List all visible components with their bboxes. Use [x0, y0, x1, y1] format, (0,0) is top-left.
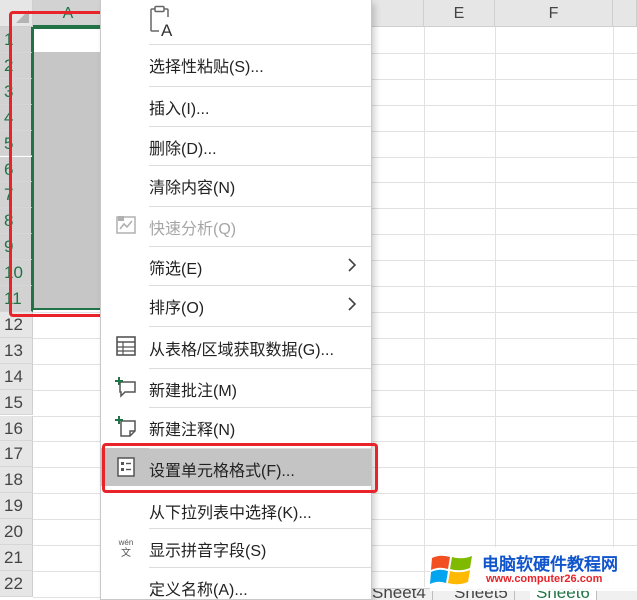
menu-item-label: 显示拼音字段(S) [149, 543, 267, 560]
column-gridline [424, 27, 425, 587]
chevron-right-icon [345, 296, 359, 312]
menu-item-label: 插入(I)... [149, 101, 210, 118]
new-note-icon [115, 415, 137, 437]
phonetic-icon: wén 文 [115, 536, 137, 559]
row-header[interactable]: 14 [0, 363, 33, 390]
menu-separator [149, 126, 371, 127]
phonetic-icon-bottom: 文 [121, 546, 131, 558]
paste-values-icon[interactable]: A [149, 5, 179, 39]
menu-item-get-data-from-table[interactable]: 从表格/区域获取数据(G)... [101, 327, 371, 365]
paste-options: A [101, 0, 371, 45]
menu-separator [149, 528, 371, 529]
menu-item-new-note[interactable]: 新建注释(N) [101, 407, 371, 445]
menu-separator [149, 326, 371, 327]
menu-item-label: 快速分析(Q) [149, 221, 237, 238]
menu-separator [149, 407, 371, 408]
menu-item-insert[interactable]: 插入(I)... [101, 86, 371, 124]
menu-item-paste-special[interactable]: 选择性粘贴(S)... [101, 44, 371, 82]
menu-item-label: 清除内容(N) [149, 180, 236, 197]
row-header[interactable]: 22 [0, 570, 33, 597]
menu-item-quick-analysis: 快速分析(Q) [101, 206, 371, 244]
row-header[interactable]: 16 [0, 415, 33, 442]
row-header[interactable]: 13 [0, 337, 33, 364]
watermark-url: www.computer26.com [486, 573, 603, 585]
menu-item-show-phonetic-field[interactable]: wén 文显示拼音字段(S) [101, 528, 371, 566]
row-header[interactable]: 17 [0, 441, 33, 468]
sheet-tab-4[interactable]: Sheet4 [366, 589, 433, 600]
column-gridline [495, 27, 496, 587]
row-header[interactable]: 21 [0, 545, 33, 571]
row-header[interactable]: 19 [0, 493, 33, 520]
row-header[interactable]: 15 [0, 389, 33, 416]
menu-item-filter[interactable]: 筛选(E) [101, 246, 371, 284]
menu-item-label: 从下拉列表中选择(K)... [149, 505, 312, 522]
menu-item-label: 选择性粘贴(S)... [149, 59, 264, 76]
menu-item-label: 定义名称(A)... [149, 582, 248, 599]
menu-separator [149, 44, 371, 45]
menu-item-clear-contents[interactable]: 清除内容(N) [101, 165, 371, 203]
menu-item-label: 新建批注(M) [149, 383, 237, 400]
menu-item-new-comment[interactable]: 新建批注(M) [101, 368, 371, 406]
menu-item-delete[interactable]: 删除(D)... [101, 126, 371, 164]
menu-item-pick-from-dropdown[interactable]: 从下拉列表中选择(K)... [101, 490, 371, 528]
quick-analysis-icon [115, 214, 137, 236]
row-header[interactable]: 18 [0, 467, 33, 494]
column-gridline [613, 27, 614, 587]
menu-item-define-name[interactable]: 定义名称(A)... [101, 567, 371, 600]
menu-separator [149, 246, 371, 247]
menu-item-label: 删除(D)... [149, 141, 217, 158]
menu-separator [149, 285, 371, 286]
menu-separator [149, 165, 371, 166]
menu-item-label: 排序(O) [149, 300, 205, 317]
phonetic-icon-top: wén [118, 538, 134, 547]
watermark-title: 电脑软硬件教程网 [482, 555, 618, 574]
paste-icon-letter: A [161, 21, 173, 39]
menu-separator [149, 206, 371, 207]
annotation-red-box-column-a [9, 11, 111, 317]
menu-separator [149, 86, 371, 87]
annotation-red-box-format-cells [102, 443, 378, 493]
row-header[interactable]: 20 [0, 519, 33, 545]
table-icon [115, 335, 137, 357]
menu-item-sort[interactable]: 排序(O) [101, 285, 371, 323]
menu-item-label: 从表格/区域获取数据(G)... [149, 342, 334, 359]
menu-separator [149, 567, 371, 568]
column-header-e[interactable]: E [424, 0, 495, 27]
column-header-f[interactable]: F [495, 0, 613, 27]
column-header-g[interactable] [613, 0, 637, 27]
menu-separator [149, 368, 371, 369]
watermark: 电脑软硬件教程网 www.computer26.com [430, 547, 637, 591]
menu-item-label: 筛选(E) [149, 261, 203, 278]
new-comment-icon [115, 376, 137, 398]
menu-item-label: 新建注释(N) [149, 422, 236, 439]
chevron-right-icon [345, 257, 359, 273]
windows-logo-icon [430, 555, 472, 585]
context-menu: A 选择性粘贴(S)... 插入(I)... 删除(D)... 清除内容(N) 快速分析… [100, 0, 378, 600]
